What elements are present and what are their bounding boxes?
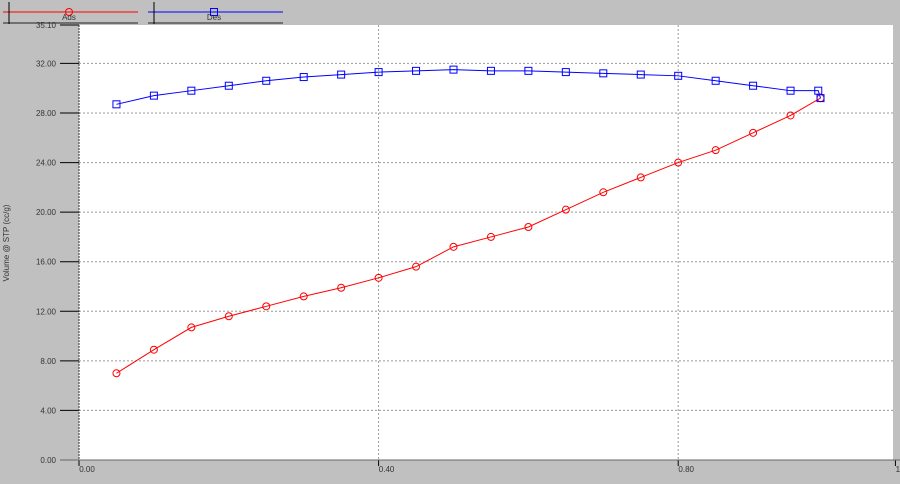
plot-area <box>79 25 893 460</box>
y-tick-label: 8.00 <box>40 357 56 366</box>
legend-label: Ads <box>62 13 76 22</box>
y-tick-label: 12.00 <box>36 307 57 316</box>
y-tick-label: 28.00 <box>36 109 57 118</box>
y-tick-label: 35.10 <box>36 21 57 30</box>
y-tick-label: 16.00 <box>36 258 57 267</box>
y-tick-label: 0.00 <box>40 456 56 465</box>
y-axis-label: Volume @ STP (cc/g) <box>2 204 11 281</box>
y-tick-label: 24.00 <box>36 159 57 168</box>
y-tick-label: 20.00 <box>36 208 57 217</box>
legend-label: Des <box>207 13 221 22</box>
y-tick-label: 32.00 <box>36 59 57 68</box>
x-tick-label: 0.00 <box>79 465 95 474</box>
x-tick-label: 0.40 <box>379 465 395 474</box>
x-tick-label: 1.09 <box>896 465 900 474</box>
y-tick-label: 4.00 <box>40 406 56 415</box>
chart: Ads Des 0.00 4.00 8.00 12.00 16.00 20.00 24.00 2… <box>2 2 900 474</box>
x-tick-label: 0.80 <box>678 465 694 474</box>
